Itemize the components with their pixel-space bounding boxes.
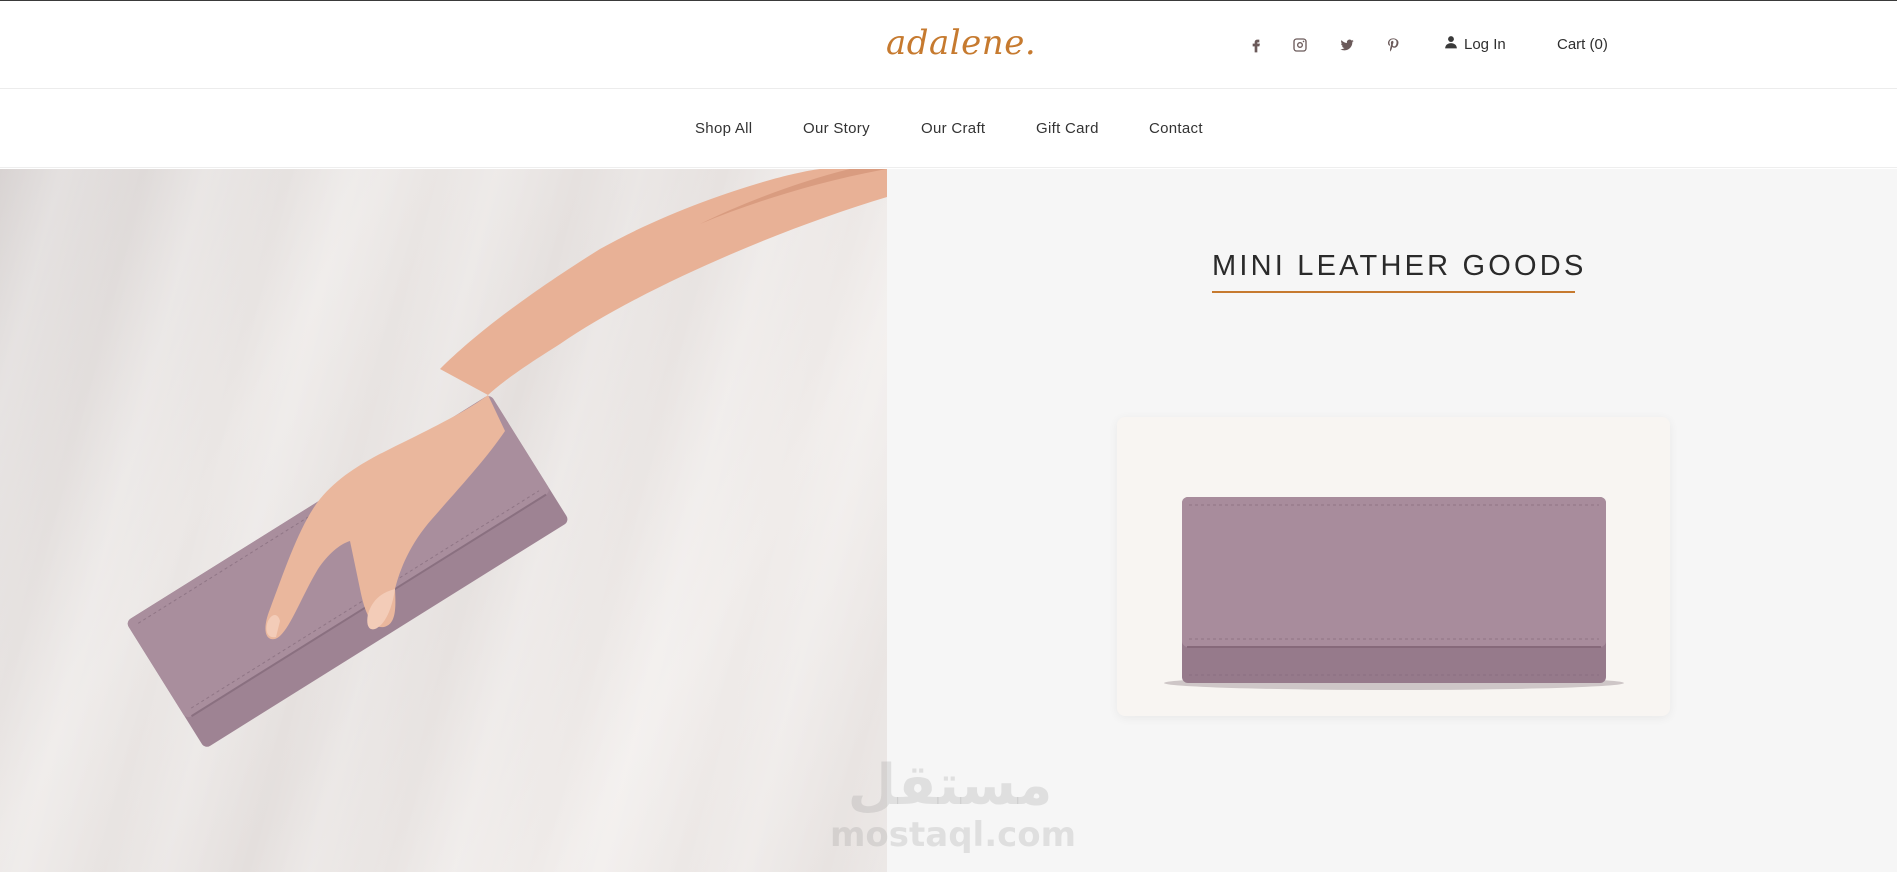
wallet-product-image <box>1164 497 1624 690</box>
facebook-icon[interactable] <box>1246 35 1266 55</box>
brand-logo[interactable]: adalene. <box>886 23 1036 63</box>
nav-item-our-craft[interactable]: Our Craft <box>921 120 985 137</box>
top-header: adalene. Log In Cart (0) <box>0 0 1897 89</box>
section-title: MINI LEATHER GOODS <box>1212 250 1587 282</box>
cart-link[interactable]: Cart (0) <box>1557 36 1608 53</box>
watermark: مستقل mostaql.com <box>830 753 1077 855</box>
user-icon <box>1444 35 1458 53</box>
watermark-latin: mostaql.com <box>830 815 1077 855</box>
hero-lifestyle-image <box>0 169 887 872</box>
nav-item-contact[interactable]: Contact <box>1149 120 1203 137</box>
main-nav: Shop All Our Story Our Craft Gift Card C… <box>0 89 1897 168</box>
login-link[interactable]: Log In <box>1444 35 1506 53</box>
login-label: Log In <box>1464 35 1506 53</box>
instagram-icon[interactable] <box>1290 35 1310 55</box>
nav-item-gift-card[interactable]: Gift Card <box>1036 120 1099 137</box>
watermark-arabic: مستقل <box>847 753 1053 818</box>
nav-item-shop-all[interactable]: Shop All <box>695 120 752 137</box>
pinterest-icon[interactable] <box>1383 35 1403 55</box>
nav-item-our-story[interactable]: Our Story <box>803 120 870 137</box>
title-underline <box>1212 291 1575 293</box>
product-card[interactable] <box>1117 417 1670 716</box>
hand-holding-wallet-illustration <box>127 169 887 747</box>
twitter-icon[interactable] <box>1337 35 1357 55</box>
